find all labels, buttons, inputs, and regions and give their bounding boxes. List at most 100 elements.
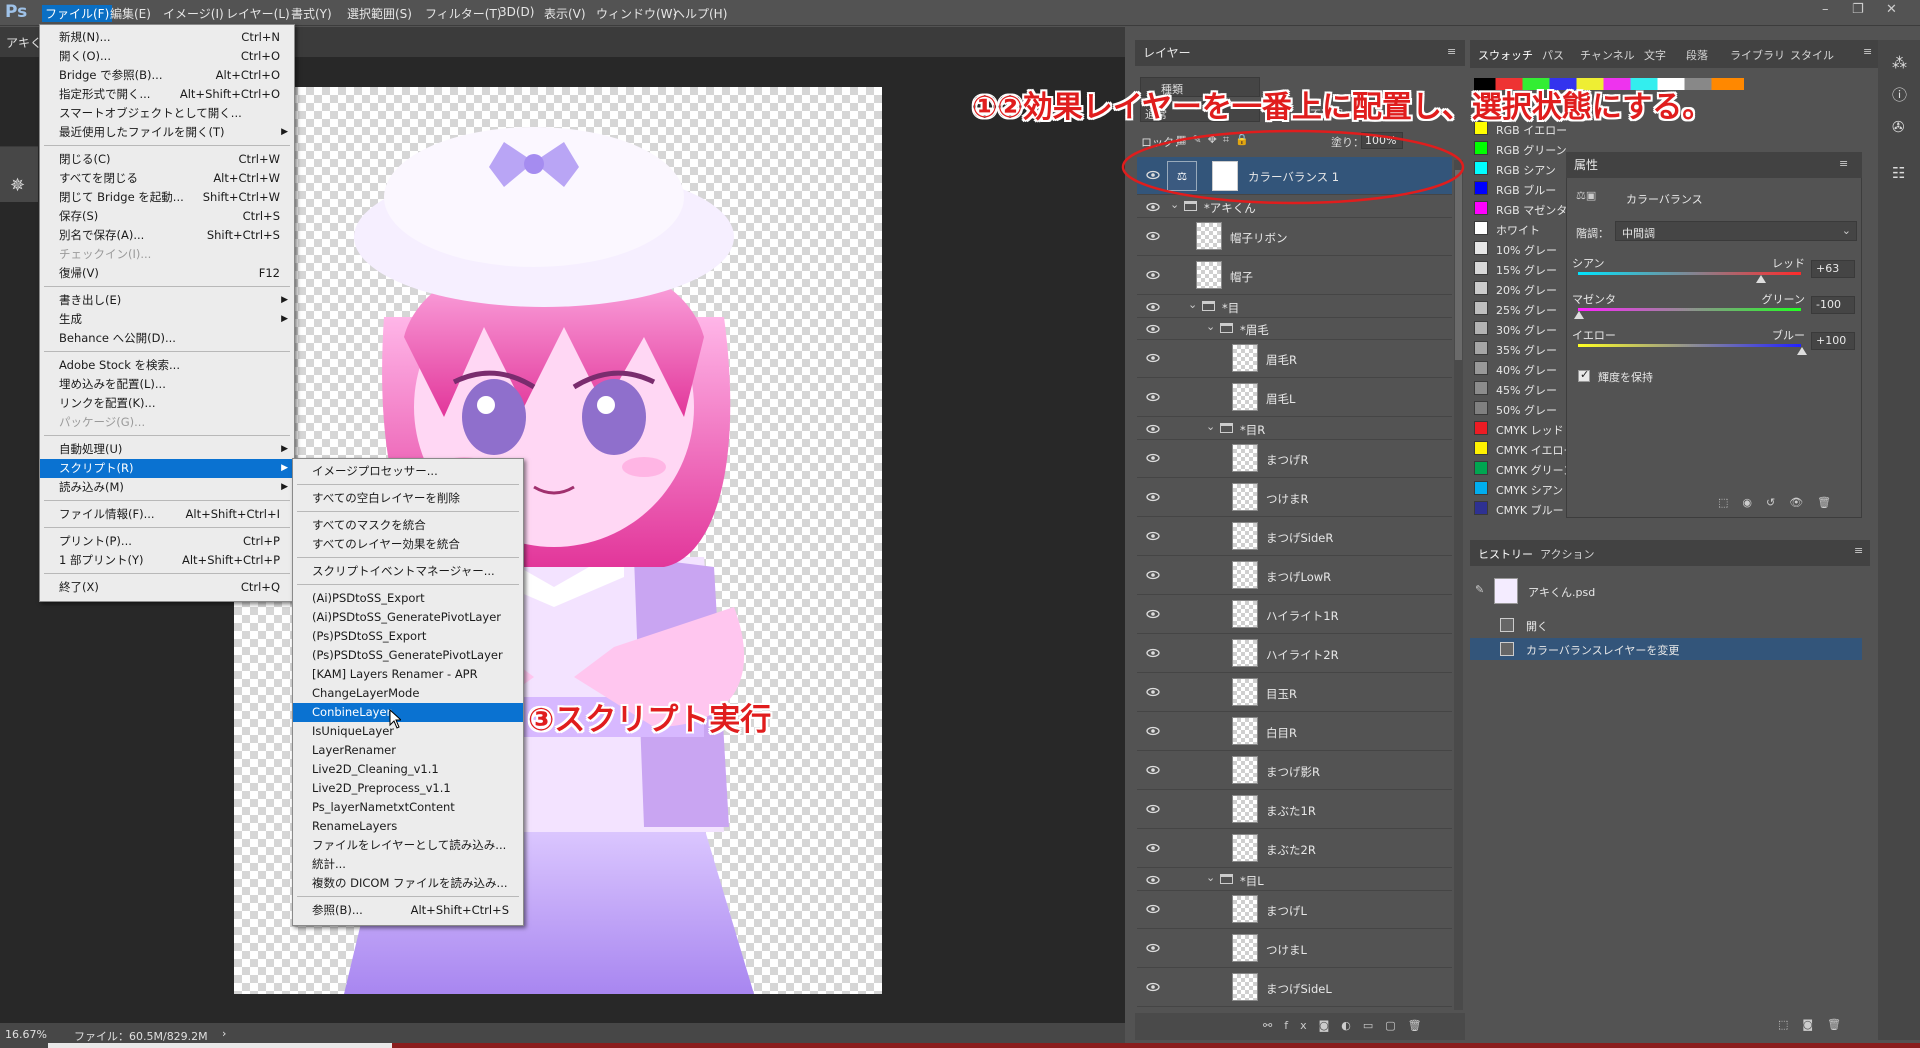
script-menu-item[interactable]: RenameLayers [293,817,523,836]
script-menu-item[interactable]: ChangeLayerMode [293,684,523,703]
layer-row[interactable]: まつげL [1137,891,1452,929]
file-menu-item[interactable]: すべてを閉じる Alt+Ctrl+W [40,169,294,188]
history-item[interactable]: 開く [1470,614,1862,636]
layer-row[interactable]: まつげ影R [1137,752,1452,790]
menu-image[interactable]: イメージ(I) [163,5,224,22]
file-menu-item[interactable]: Adobe Stock を検索... [40,356,294,375]
menu-view[interactable]: 表示(V) [544,5,586,22]
tab-character[interactable]: 文字 [1644,47,1666,63]
tab-styles[interactable]: スタイル [1790,47,1834,63]
layer-group-row[interactable]: ⌄ *目R [1137,418,1452,440]
swatch-chip[interactable] [1474,281,1488,295]
script-menu-item[interactable]: Live2D_Cleaning_v1.1 [293,760,523,779]
script-menu-item[interactable]: [KAM] Layers Renamer - APR [293,665,523,684]
script-menu-item[interactable]: (Ai)PSDtoSS_GeneratePivotLayer [293,608,523,627]
tab-paths[interactable]: パス [1542,47,1564,63]
layer-row[interactable]: つけまR [1137,479,1452,517]
menu-3d[interactable]: 3D(D) [499,5,534,19]
tab-channels[interactable]: チャンネル [1580,47,1635,63]
eye-icon[interactable] [1146,422,1160,436]
tab-swatches[interactable]: スウォッチ [1478,47,1533,63]
slider-thumb[interactable] [1755,275,1766,283]
script-menu-item[interactable]: ConbineLayer [293,703,523,722]
history-footer-icons[interactable]: ⬚◙🗑 [1778,1018,1855,1031]
eye-icon[interactable] [1146,229,1160,243]
eye-icon[interactable] [1146,873,1160,887]
layer-row[interactable]: まぶた1R [1137,791,1452,829]
script-menu-item[interactable]: Live2D_Preprocess_v1.1 [293,779,523,798]
script-menu-item[interactable]: (Ps)PSDtoSS_Export [293,627,523,646]
layer-row[interactable]: 眉毛L [1137,379,1452,417]
eye-icon[interactable] [1146,300,1160,314]
close-icon[interactable]: ✕ [1886,2,1897,17]
script-menu-item[interactable]: すべてのレイヤー効果を統合 [293,535,523,554]
menu-layer[interactable]: レイヤー(L) [226,5,290,22]
slider-thumb[interactable] [1797,347,1807,355]
color-icon[interactable]: ⁂ [1892,54,1907,72]
preserve-luminosity-checkbox[interactable]: ✓ [1578,368,1590,382]
slider-value-input[interactable]: -100 [1811,296,1855,314]
file-menu-item[interactable]: スマートオブジェクトとして開く... [40,104,294,123]
eye-icon[interactable] [1146,490,1160,504]
menu-filter[interactable]: フィルター(T) [425,5,501,22]
script-menu-item[interactable]: すべての空白レイヤーを削除 [293,489,523,508]
script-menu-item[interactable]: Ps_layerNametxtContent [293,798,523,817]
layers-panel-title[interactable]: レイヤー [1143,40,1191,66]
swatch-chip[interactable] [1474,261,1488,275]
eye-icon[interactable] [1146,322,1160,336]
file-menu-item[interactable]: 復帰(V) F12 [40,264,294,283]
document-tab[interactable]: アキく [6,34,42,51]
file-menu-item[interactable]: Behance へ公開(D)... [40,329,294,348]
tool-icon[interactable]: ✵ [10,175,25,196]
file-menu-item[interactable]: Bridge で参照(B)... Alt+Ctrl+O [40,66,294,85]
panel-menu-icon[interactable]: ≡ [1863,45,1872,58]
slider-value-input[interactable]: +100 [1811,332,1855,350]
script-menu-item[interactable]: LayerRenamer [293,741,523,760]
tab-paragraph[interactable]: 段落 [1686,47,1708,63]
swatch-chip[interactable] [1474,401,1488,415]
file-menu-item[interactable]: 指定形式で開く... Alt+Shift+Ctrl+O [40,85,294,104]
layer-row[interactable]: ハイライト2R [1137,635,1452,673]
swatch-chip[interactable] [1474,241,1488,255]
eye-icon[interactable] [1146,902,1160,916]
eye-icon[interactable] [1146,941,1160,955]
swatch-chip[interactable] [1474,461,1488,475]
eye-icon[interactable] [1146,451,1160,465]
swatch-chip[interactable] [1474,141,1488,155]
color-balance-slider[interactable] [1578,272,1801,275]
file-menu-item[interactable]: 別名で保存(A)... Shift+Ctrl+S [40,226,294,245]
eye-icon[interactable] [1146,980,1160,994]
history-snapshot[interactable]: ✎ アキくん.psd [1470,574,1870,608]
file-menu-item[interactable]: 開く(O)... Ctrl+O [40,47,294,66]
file-menu-item[interactable]: 読み込み(M) ▶ [40,478,294,497]
layer-row[interactable]: ハイライト1R [1137,596,1452,634]
properties-title[interactable]: 属性 [1574,152,1598,178]
tone-select[interactable]: 中間調 ⌄ [1615,221,1857,241]
swatch-chip[interactable] [1474,481,1488,495]
layer-row[interactable]: 帽子リボン [1137,218,1452,256]
panel-menu-icon[interactable]: ≡ [1854,544,1863,557]
history-item[interactable]: カラーバランスレイヤーを変更 [1470,638,1862,660]
eye-icon[interactable] [1146,351,1160,365]
file-menu-item[interactable]: ファイル情報(F)... Alt+Shift+Ctrl+I [40,505,294,524]
layer-group-row[interactable]: ⌄ *眉毛 [1137,318,1452,340]
eye-icon[interactable] [1146,646,1160,660]
layer-row[interactable]: まつげR [1137,440,1452,478]
file-menu-item[interactable]: 書き出し(E) ▶ [40,291,294,310]
file-menu-item[interactable]: 終了(X) Ctrl+Q [40,578,294,597]
layer-footer-icons[interactable]: ⚯fx◙◐▭▢🗑 [1263,1019,1434,1032]
eye-icon[interactable] [1146,529,1160,543]
swatch-chip[interactable] [1474,161,1488,175]
file-menu-item[interactable]: 埋め込みを配置(L)... [40,375,294,394]
zoom-level[interactable]: 16.67% [5,1028,47,1041]
layer-row[interactable]: まつげSideR [1137,518,1452,556]
slider-value-input[interactable]: +63 [1811,260,1855,278]
menu-window[interactable]: ウィンドウ(W) [596,5,677,22]
script-menu-item[interactable]: イメージプロセッサー... [293,462,523,481]
layer-group-row[interactable]: ⌄ *目 [1137,296,1452,318]
script-menu-item[interactable]: 複数の DICOM ファイルを読み込み... [293,874,523,893]
script-menu-item[interactable]: すべてのマスクを統合 [293,516,523,535]
brush-presets-icon[interactable]: ✇ [1892,118,1905,136]
swatch-chip[interactable] [1474,381,1488,395]
swatch-chip[interactable] [1474,441,1488,455]
